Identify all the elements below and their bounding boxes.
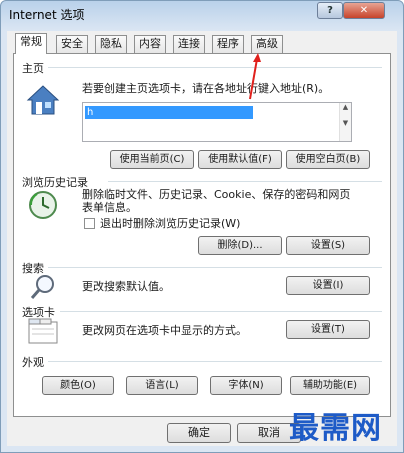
tab-connections[interactable]: 连接 — [173, 35, 205, 53]
selected-url-text: h — [85, 106, 253, 119]
use-default-button[interactable]: 使用默认值(F) — [198, 150, 282, 169]
delete-history-button[interactable]: 删除(D)... — [198, 236, 282, 255]
tab-content[interactable]: 内容 — [134, 35, 166, 53]
delete-on-exit-checkbox[interactable] — [84, 218, 95, 229]
history-description-line2: 表单信息。 — [82, 201, 137, 214]
tabs-settings-button[interactable]: 设置(T) — [286, 320, 370, 339]
tabs-divider — [60, 311, 382, 312]
url-scrollbar[interactable]: ▲ ▼ — [339, 103, 351, 141]
home-divider — [48, 67, 382, 68]
tab-general[interactable]: 常规 — [15, 33, 47, 54]
appearance-divider — [48, 361, 382, 362]
tab-privacy[interactable]: 隐私 — [95, 35, 127, 53]
tab-security[interactable]: 安全 — [56, 35, 88, 53]
search-description: 更改搜索默认值。 — [82, 280, 170, 293]
home-description: 若要创建主页选项卡，请在各地址行键入地址(R)。 — [82, 82, 330, 95]
clock-history-icon — [29, 191, 57, 219]
search-settings-button[interactable]: 设置(I) — [286, 276, 370, 295]
history-description-line1: 删除临时文件、历史记录、Cookie、保存的密码和网页 — [82, 188, 351, 201]
history-settings-button[interactable]: 设置(S) — [286, 236, 370, 255]
magnifier-icon — [30, 275, 54, 299]
watermark: 最需网 — [289, 411, 382, 446]
internet-options-window: Internet 选项 ? ✕ 常规 安全 隐私 内容 连接 程序 高级 主页 … — [0, 0, 404, 453]
search-divider — [48, 267, 382, 268]
languages-button[interactable]: 语言(L) — [126, 376, 198, 395]
fonts-button[interactable]: 字体(N) — [210, 376, 282, 395]
history-divider — [108, 181, 382, 182]
close-button[interactable]: ✕ — [343, 2, 385, 19]
tabs-description: 更改网页在选项卡中显示的方式。 — [82, 324, 247, 337]
red-arrow-annotation — [249, 53, 261, 100]
house-icon — [26, 85, 60, 115]
colors-button[interactable]: 颜色(O) — [42, 376, 114, 395]
dialog-client: 常规 安全 隐私 内容 连接 程序 高级 主页 若要创建主页选项卡，请在各地址行… — [7, 31, 397, 446]
window-title: Internet 选项 — [9, 8, 85, 22]
appearance-group-title: 外观 — [22, 356, 44, 369]
history-group-title: 浏览历史记录 — [22, 176, 88, 189]
accessibility-button[interactable]: 辅助功能(E) — [290, 376, 370, 395]
home-url-textarea[interactable]: h ▲ ▼ — [82, 102, 352, 142]
ok-button[interactable]: 确定 — [167, 423, 231, 443]
home-group-title: 主页 — [22, 62, 44, 75]
general-panel: 主页 若要创建主页选项卡，请在各地址行键入地址(R)。 h ▲ ▼ 使用当前页(C… — [13, 53, 391, 417]
use-blank-button[interactable]: 使用空白页(B) — [286, 150, 370, 169]
tab-advanced[interactable]: 高级 — [251, 35, 283, 53]
help-button[interactable]: ? — [317, 2, 343, 19]
tab-programs[interactable]: 程序 — [212, 35, 244, 53]
tabs-window-icon — [28, 318, 58, 344]
title-bar[interactable]: Internet 选项 ? ✕ — [1, 1, 403, 27]
delete-on-exit-label: 退出时删除浏览历史记录(W) — [100, 217, 241, 230]
use-current-button[interactable]: 使用当前页(C) — [110, 150, 194, 169]
